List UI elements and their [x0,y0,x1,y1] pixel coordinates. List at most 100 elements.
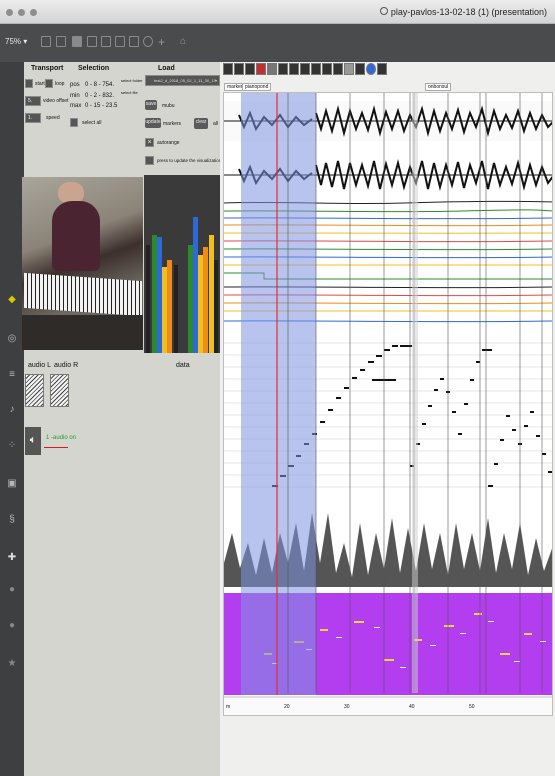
selection-header: Selection [78,65,110,72]
meter-bar [193,217,198,353]
puzzle-icon[interactable]: ✚ [6,552,18,564]
list-icon[interactable]: ≡ [6,369,18,381]
file-menu[interactable]: test2_d_2018_05_02_1_11_30_17 ▾ [145,75,220,86]
patch-area: Transport start loop 5. video offset 1. … [22,62,222,776]
grid-dots-icon[interactable]: ⁘ [6,440,18,452]
clear-button[interactable]: clear [194,118,208,129]
cut-tool-icon[interactable] [300,63,310,75]
audio-l-label: audio L [28,362,51,369]
slider-icon[interactable] [129,36,139,47]
select-folder-label[interactable]: select folder [121,78,143,83]
update-viz-button[interactable] [145,156,154,165]
select-all-label: select all [82,120,102,126]
loop-label: loop [55,81,65,87]
pos-value[interactable]: 0 - 8 - 754. [85,82,114,88]
video-offset-number[interactable]: 5. [25,96,41,106]
select-file-label[interactable]: select file [121,90,138,95]
transport-header: Transport [31,65,64,72]
pointer-tool-icon[interactable] [223,63,233,75]
toolbar: 75% ▾ + ⌂ [0,24,555,62]
zoom-select[interactable]: 75% ▾ [5,37,27,46]
chevron-down-icon: ▾ [214,78,217,83]
max-value[interactable]: 0 - 15 - 23.5 [85,103,117,109]
meter-bar [203,247,208,353]
dial-icon[interactable] [143,36,153,47]
speaker-icon[interactable]: 🔈︎ [25,427,41,455]
window-title: play-pavlos-13-02-18 (1) (presentation) [379,7,547,17]
select-tool-icon[interactable] [234,63,244,75]
info-icon[interactable]: ● [6,620,18,632]
audio-r-scope [50,374,69,407]
max-label: max [70,103,82,109]
start-toggle[interactable] [25,79,33,88]
info-tool-icon[interactable] [366,63,376,75]
secondary-selection [412,93,418,693]
select-all-toggle[interactable] [70,118,78,127]
toggle-icon[interactable] [101,36,111,47]
lock-tool-icon[interactable] [278,63,288,75]
timeline-visualization: m 20 30 40 50 [223,92,553,716]
autorange-label: autorange [157,140,180,146]
copy-tool-icon[interactable] [311,63,321,75]
message-icon[interactable] [56,36,66,47]
circle-icon[interactable]: ● [6,584,18,596]
image-icon[interactable]: ▣ [6,478,18,490]
layers-tool-icon[interactable] [355,63,365,75]
grid-tool-icon[interactable] [344,63,354,75]
record-tool-icon[interactable] [256,63,266,75]
performer-body [52,201,100,271]
audio-on-underline [44,447,68,448]
bang-icon[interactable] [87,36,97,47]
mubu-label: mubu [162,103,175,109]
min-value[interactable]: 0 - 2 - 832. [85,93,114,99]
meter-bar [167,260,172,353]
target-icon[interactable]: ◎ [6,333,18,345]
ruler-tick: 20 [284,704,290,710]
music-note-icon[interactable]: ♪ [6,404,18,416]
update-button[interactable]: update [145,118,161,128]
time-ruler[interactable] [224,695,553,716]
time-selection[interactable] [241,93,316,695]
plus-icon[interactable]: + [158,35,165,49]
piano-keyboard [24,272,142,317]
audio-on-label: 1 -audio on [46,435,77,441]
title-bar: play-pavlos-13-02-18 (1) (presentation) [0,0,555,24]
meter-bar [198,255,203,353]
meter-bar [214,260,218,353]
paste-tool-icon[interactable] [322,63,332,75]
edit-tool-icon[interactable] [289,63,299,75]
autorange-toggle[interactable]: × [145,138,154,147]
meter-bar [152,235,157,353]
marker-tool-icon[interactable] [333,63,343,75]
ruler-start-label: m [226,704,231,710]
minimize-window-button[interactable] [18,9,25,16]
list-tool-icon[interactable] [377,63,387,75]
cube-icon[interactable]: ◆ [6,294,18,306]
load-header: Load [158,65,175,72]
video-display [22,177,143,350]
save-button[interactable]: save [145,100,157,110]
audio-r-label: audio R [54,362,79,369]
paperclip-icon[interactable]: § [6,514,18,526]
loop-toggle[interactable] [45,79,53,88]
pin-icon[interactable]: ⌂ [180,36,186,47]
speed-number[interactable]: 1. [25,113,41,123]
meter-bar [162,267,167,353]
new-object-icon[interactable] [41,36,51,47]
move-tool-icon[interactable] [245,63,255,75]
video-offset-label: video offset [43,98,69,104]
tab-onbonsul[interactable]: onbonsul [425,83,452,91]
zoom-window-button[interactable] [30,9,37,16]
comment-icon[interactable] [72,36,82,47]
close-window-button[interactable] [6,9,13,16]
star-icon[interactable]: ★ [6,658,18,670]
zoom-tool-icon[interactable] [267,63,277,75]
markers-label: markers [163,121,182,127]
update-viz-label: press to update the visualization [157,158,222,163]
pos-label: pos [70,82,80,88]
tab-pianopond[interactable]: pianopond [242,83,272,91]
audio-meters [144,175,220,353]
document-icon [379,7,388,15]
number-icon[interactable] [115,36,125,47]
ruler-tick: 50 [469,704,475,710]
